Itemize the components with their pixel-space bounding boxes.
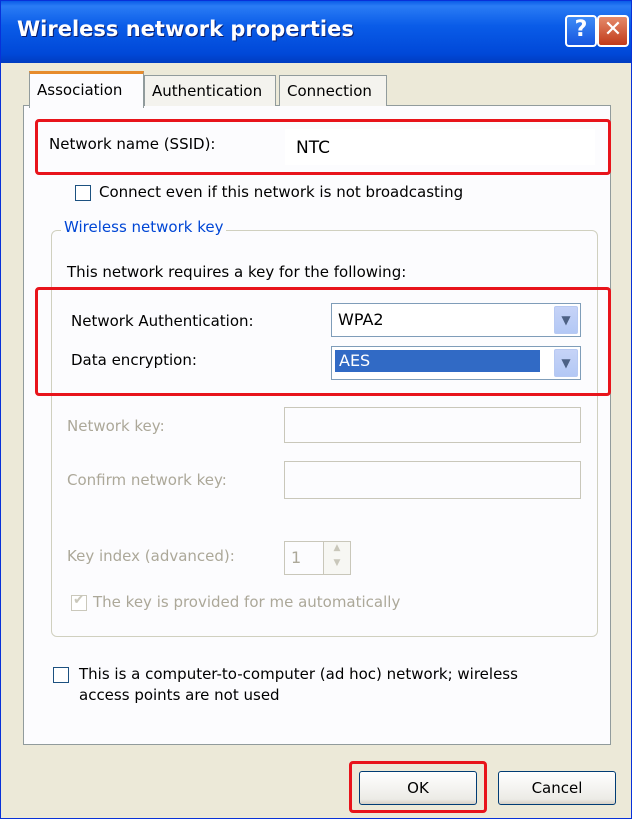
close-button[interactable]: ✕	[597, 15, 629, 47]
title-bar[interactable]: Wireless network properties ? ✕	[1, 1, 631, 63]
cancel-button[interactable]: Cancel	[498, 771, 616, 805]
network-auth-label: Network Authentication:	[71, 312, 254, 330]
close-icon: ✕	[603, 17, 623, 42]
confirm-key-label: Confirm network key:	[67, 471, 227, 489]
key-index-input[interactable]: 1	[284, 541, 324, 575]
tab-association[interactable]: Association	[29, 71, 144, 108]
chevron-down-icon[interactable]: ▼	[554, 306, 578, 334]
key-index-spinner[interactable]: ▲ ▼	[323, 541, 351, 575]
spin-down-icon[interactable]: ▼	[326, 558, 348, 572]
network-auth-select[interactable]: WPA2 ▼	[331, 303, 581, 337]
ssid-input[interactable]: NTC	[285, 129, 595, 165]
tab-connection[interactable]: Connection	[279, 75, 387, 106]
network-key-label: Network key:	[67, 417, 165, 435]
chevron-down-icon[interactable]: ▼	[554, 349, 578, 377]
ssid-label: Network name (SSID):	[49, 135, 216, 153]
help-button[interactable]: ?	[565, 15, 597, 47]
help-icon: ?	[574, 17, 588, 42]
data-encryption-select[interactable]: AES ▼	[331, 346, 581, 380]
tab-authentication[interactable]: Authentication	[144, 75, 276, 106]
key-intro-text: This network requires a key for the foll…	[67, 263, 407, 281]
window-title: Wireless network properties	[17, 17, 354, 41]
properties-dialog: Wireless network properties ? ✕ Associat…	[0, 0, 632, 819]
ok-button[interactable]: OK	[359, 771, 477, 805]
adhoc-label-line1[interactable]: This is a computer-to-computer (ad hoc) …	[79, 665, 518, 683]
broadcast-checkbox[interactable]	[75, 185, 91, 201]
data-encryption-value: AES	[335, 350, 540, 372]
network-auth-value: WPA2	[338, 310, 384, 329]
key-index-label: Key index (advanced):	[67, 547, 235, 565]
auto-key-label[interactable]: The key is provided for me automatically	[93, 593, 400, 611]
auto-key-checkbox[interactable]: ✔	[71, 592, 87, 611]
wireless-key-group-title: Wireless network key	[61, 218, 227, 236]
network-key-input[interactable]	[284, 407, 581, 443]
adhoc-checkbox[interactable]	[53, 667, 69, 683]
spin-up-icon[interactable]: ▲	[326, 543, 348, 557]
broadcast-label[interactable]: Connect even if this network is not broa…	[99, 183, 463, 201]
confirm-key-input[interactable]	[284, 461, 581, 499]
ssid-value: NTC	[296, 138, 330, 158]
adhoc-label-line2[interactable]: access points are not used	[79, 686, 280, 704]
key-index-value: 1	[291, 548, 302, 567]
data-encryption-label: Data encryption:	[71, 351, 197, 369]
check-icon: ✔	[73, 592, 85, 608]
